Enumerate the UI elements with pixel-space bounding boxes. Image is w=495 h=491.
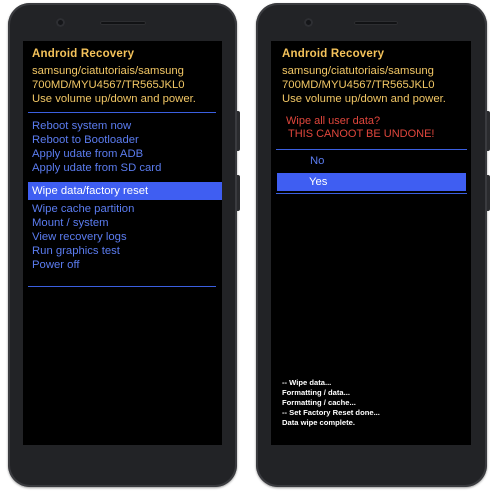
left-recovery-screen: Android Recovery samsung/ciatutoriais/sa…: [23, 41, 222, 445]
volume-button: [487, 111, 490, 151]
recovery-title: Android Recovery: [32, 48, 135, 60]
right-recovery-screen: Android Recovery samsung/ciatutoriais/sa…: [271, 41, 471, 445]
earpiece-speaker: [354, 21, 398, 25]
log-line: -- Wipe data...: [282, 378, 332, 387]
power-button: [237, 175, 240, 211]
right-phone-frame: Android Recovery samsung/ciatutoriais/sa…: [256, 3, 490, 487]
power-button: [487, 175, 490, 211]
menu-divider: [28, 286, 216, 287]
menu-item-apply-update-sd[interactable]: Apply udate from SD card: [32, 161, 161, 175]
menu-item-wipe-cache[interactable]: Wipe cache partition: [32, 202, 134, 216]
option-yes[interactable]: Yes: [277, 173, 466, 191]
menu-item-apply-update-adb[interactable]: Apply udate from ADB: [32, 147, 143, 161]
log-line: Data wipe complete.: [282, 418, 356, 427]
menu-item-reboot-system[interactable]: Reboot system now: [32, 119, 131, 133]
undone-warning: THIS CANOOT BE UNDONE!: [288, 128, 435, 140]
front-camera-icon: [304, 18, 313, 27]
menu-item-reboot-bootloader[interactable]: Reboot to Bootloader: [32, 133, 139, 147]
menu-item-wipe-data[interactable]: Wipe data/factory reset: [28, 182, 222, 200]
device-info-line-2: 700MD/MYU4567/TR565JKL0: [32, 79, 185, 91]
volume-button: [237, 111, 240, 151]
device-info-line-1: samsung/ciatutoriais/samsung: [282, 65, 434, 77]
wipe-confirm-question: Wipe all user data?: [286, 115, 381, 127]
device-info-line-1: samsung/ciatutoriais/samsung: [32, 65, 184, 77]
front-camera-icon: [56, 18, 65, 27]
instructions-line: Use volume up/down and power.: [282, 93, 446, 105]
instructions-line: Use volume up/down and power.: [32, 93, 196, 105]
log-line: Formatting / data...: [282, 388, 350, 397]
device-info-line-2: 700MD/MYU4567/TR565JKL0: [282, 79, 435, 91]
log-line: Formatting / cache...: [282, 398, 356, 407]
recovery-title: Android Recovery: [282, 48, 385, 60]
header-divider: [28, 112, 216, 113]
earpiece-speaker: [100, 21, 146, 25]
option-no[interactable]: No: [310, 154, 324, 168]
options-top-divider: [276, 149, 467, 150]
menu-item-graphics-test[interactable]: Run graphics test: [32, 244, 120, 258]
options-bottom-divider: [276, 193, 467, 194]
menu-item-power-off[interactable]: Power off: [32, 258, 80, 272]
menu-item-view-logs[interactable]: View recovery logs: [32, 230, 127, 244]
log-line: -- Set Factory Reset done...: [282, 408, 380, 417]
left-phone-frame: Android Recovery samsung/ciatutoriais/sa…: [8, 3, 240, 487]
menu-item-mount-system[interactable]: Mount / system: [32, 216, 109, 230]
